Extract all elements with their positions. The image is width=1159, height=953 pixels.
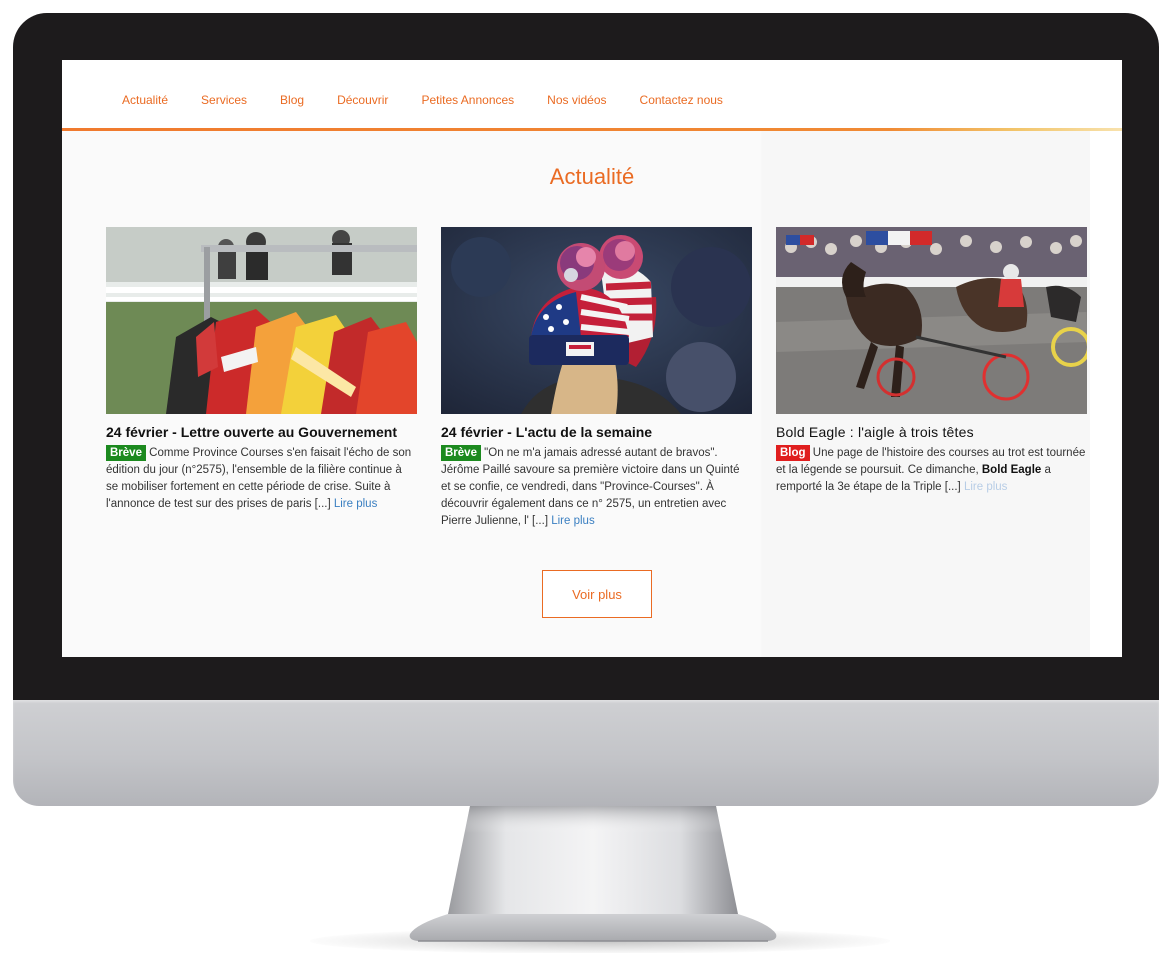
news-title[interactable]: 24 février - Lettre ouverte au Gouvernem… (106, 424, 417, 440)
category-badge: Brève (106, 445, 146, 461)
read-more-link[interactable]: Lire plus (964, 481, 1007, 493)
voir-plus-button[interactable]: Voir plus (542, 570, 652, 618)
nav-item-decouvrir[interactable]: Découvrir (337, 93, 388, 107)
news-card: Bold Eagle : l'aigle à trois têtes Blog … (776, 227, 1087, 496)
nav-item-petites-annonces[interactable]: Petites Annonces (421, 93, 514, 107)
category-badge: Brève (441, 445, 481, 461)
read-more-link[interactable]: Lire plus (551, 515, 594, 527)
monitor-chin (13, 700, 1159, 806)
jockey-silks-image (106, 227, 417, 414)
nav-item-blog[interactable]: Blog (280, 93, 304, 107)
news-excerpt-highlight: Bold Eagle (981, 464, 1042, 476)
browser-screen: Actualité Services Blog Découvrir Petite… (62, 60, 1122, 657)
monitor-stand (409, 806, 777, 942)
news-card: 24 février - L'actu de la semaine Brève … (441, 227, 752, 530)
nav-item-contactez-nous[interactable]: Contactez nous (640, 93, 723, 107)
news-excerpt: Blog Une page de l'histoire des courses … (776, 445, 1087, 496)
news-image-harness-racing[interactable] (776, 227, 1087, 414)
news-title[interactable]: 24 février - L'actu de la semaine (441, 424, 752, 440)
nav-item-actualite[interactable]: Actualité (122, 93, 168, 107)
nav-item-nos-videos[interactable]: Nos vidéos (547, 93, 606, 107)
category-badge: Blog (776, 445, 810, 461)
nav-item-services[interactable]: Services (201, 93, 247, 107)
nav-menu: Actualité Services Blog Découvrir Petite… (122, 93, 756, 107)
news-image-jockey-silks[interactable] (106, 227, 417, 414)
read-more-link[interactable]: Lire plus (334, 498, 377, 510)
top-navigation: Actualité Services Blog Découvrir Petite… (62, 60, 1122, 131)
harness-racing-image (776, 227, 1087, 414)
news-card: 24 février - Lettre ouverte au Gouvernem… (106, 227, 417, 513)
news-excerpt: Brève Comme Province Courses s'en faisai… (106, 445, 417, 513)
section-title: Actualité (549, 164, 635, 189)
news-excerpt: Brève "On ne m'a jamais adressé autant d… (441, 445, 752, 530)
beanies-image (441, 227, 752, 414)
news-image-beanies[interactable] (441, 227, 752, 414)
news-title[interactable]: Bold Eagle : l'aigle à trois têtes (776, 424, 1087, 440)
